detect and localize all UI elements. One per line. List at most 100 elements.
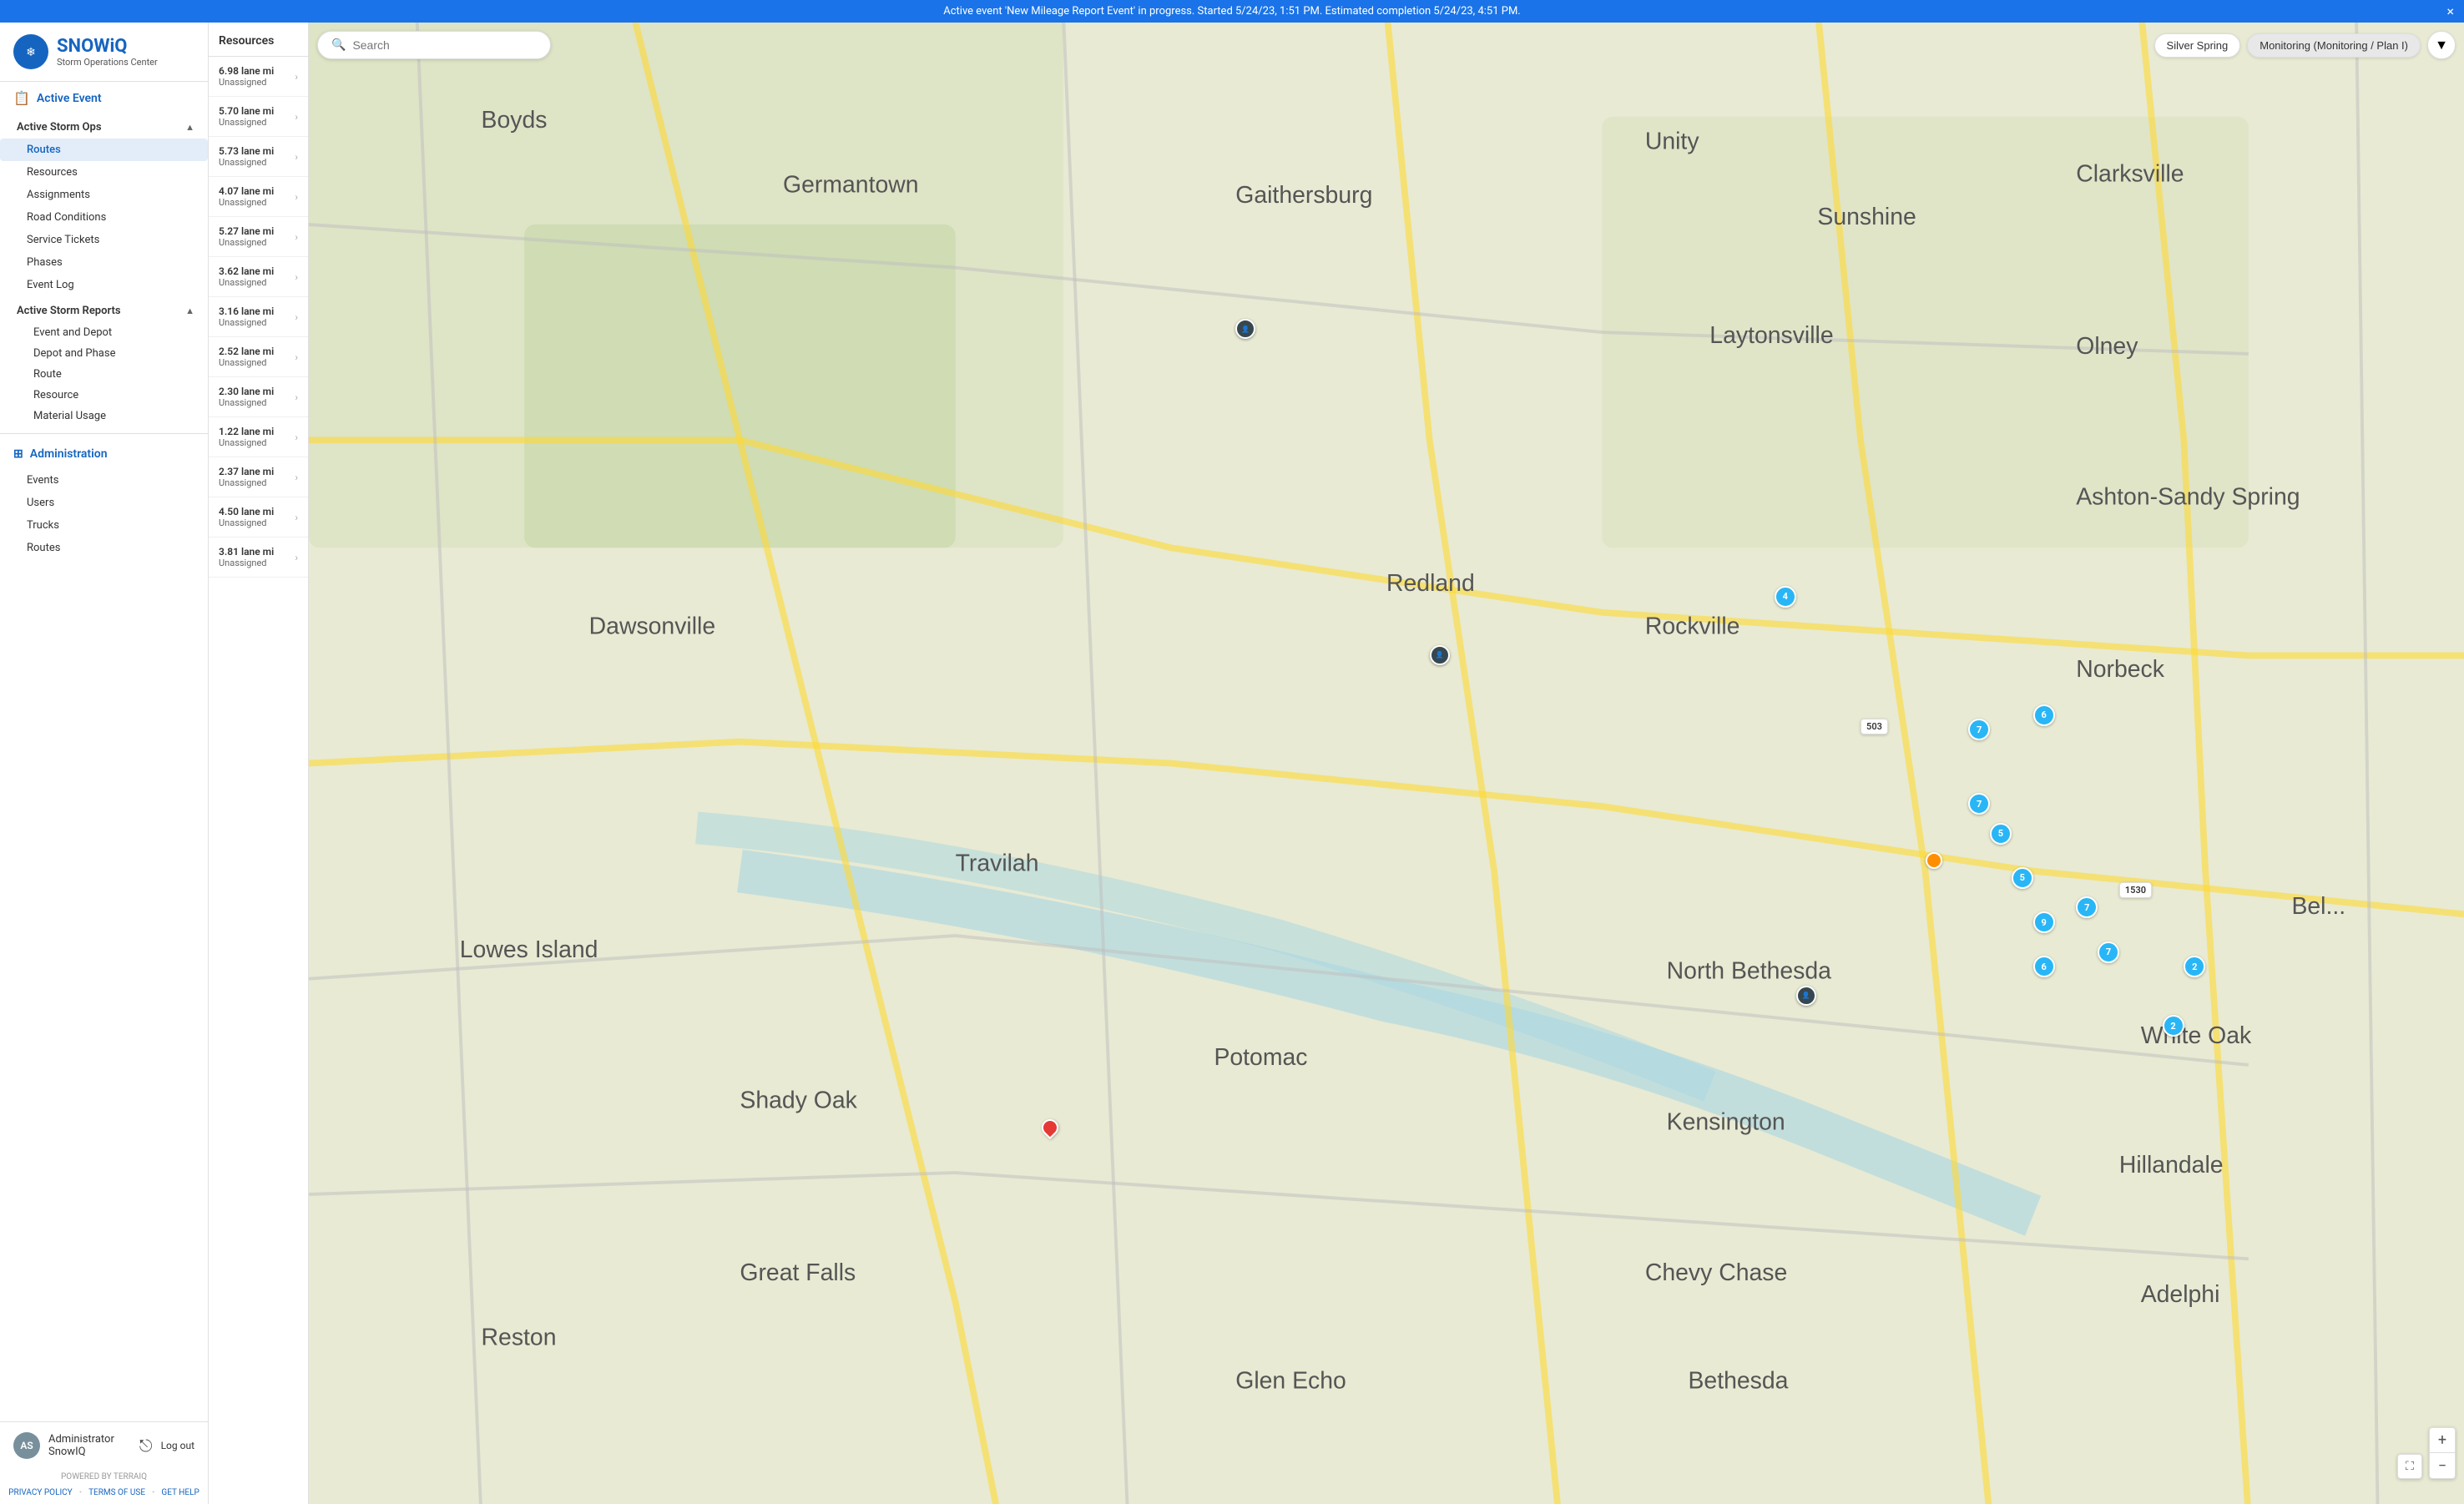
storm-report-item-material-usage[interactable]: Material Usage (0, 406, 208, 426)
user-name: Administrator SnowIQ (48, 1433, 131, 1458)
logout-button[interactable]: ⎋ (139, 1436, 153, 1456)
nav-item-event-log[interactable]: Event Log (0, 274, 208, 296)
map-cluster[interactable]: 6 (2033, 956, 2055, 977)
svg-text:Redland: Redland (1386, 570, 1475, 597)
resource-info: 4.50 lane mi Unassigned (219, 506, 274, 528)
resource-mi: 5.27 lane mi (219, 225, 274, 237)
map-orange-marker[interactable] (1926, 852, 1942, 869)
svg-text:Germantown: Germantown (783, 171, 919, 198)
administration-section[interactable]: ⊞ Administration (0, 439, 208, 469)
logout-label[interactable]: Log out (161, 1440, 194, 1451)
resource-item[interactable]: 3.16 lane mi Unassigned › (209, 297, 308, 337)
resource-item[interactable]: 4.07 lane mi Unassigned › (209, 177, 308, 217)
map-background[interactable]: Boyds Germantown Gaithersburg Unity Suns… (309, 23, 2464, 1504)
zoom-in-button[interactable]: + (2430, 1428, 2455, 1453)
zoom-out-button[interactable]: − (2430, 1453, 2455, 1478)
banner-text: Active event 'New Mileage Report Event' … (943, 5, 1521, 18)
banner-close-button[interactable]: × (2446, 3, 2454, 19)
storm-ops-chevron: ▲ (185, 122, 194, 133)
storm-report-item-depot-and-phase[interactable]: Depot and Phase (0, 343, 208, 364)
resource-info: 1.22 lane mi Unassigned (219, 426, 274, 448)
resource-status: Unassigned (219, 477, 274, 488)
map-cluster[interactable]: 2 (2163, 1015, 2184, 1037)
active-storm-reports-label: Active Storm Reports (17, 305, 121, 317)
user-info: AS Administrator SnowIQ ⎋ Log out (0, 1422, 208, 1469)
map-person-pin[interactable]: 👤 (1796, 986, 1816, 1006)
location-button[interactable]: Silver Spring (2154, 33, 2241, 58)
map-cluster[interactable]: 7 (1968, 793, 1990, 815)
resource-item[interactable]: 6.98 lane mi Unassigned › (209, 57, 308, 97)
active-event-header[interactable]: 📋 Active Event (0, 82, 208, 114)
resource-item[interactable]: 3.62 lane mi Unassigned › (209, 257, 308, 297)
svg-text:Laytonsville: Laytonsville (1709, 322, 1833, 349)
svg-text:Potomac: Potomac (1214, 1044, 1307, 1071)
map-cluster[interactable]: 6 (2033, 704, 2055, 726)
active-storm-reports-group: Active Storm Reports ▲ Event and DepotDe… (0, 298, 208, 428)
admin-item-trucks[interactable]: Trucks (0, 514, 208, 537)
nav-item-road-conditions[interactable]: Road Conditions (0, 206, 208, 229)
storm-report-item-resource[interactable]: Resource (0, 385, 208, 406)
get-help-link[interactable]: GET HELP (161, 1488, 199, 1497)
nav-item-resources[interactable]: Resources (0, 161, 208, 184)
resource-item[interactable]: 1.22 lane mi Unassigned › (209, 417, 308, 457)
resource-chevron: › (295, 311, 298, 323)
resource-status: Unassigned (219, 357, 274, 368)
resource-mi: 5.73 lane mi (219, 145, 274, 157)
resource-item[interactable]: 4.50 lane mi Unassigned › (209, 497, 308, 538)
map-container: Boyds Germantown Gaithersburg Unity Suns… (309, 23, 2464, 1504)
sidebar-divider (0, 433, 208, 434)
svg-text:Sunshine: Sunshine (1817, 204, 1916, 230)
map-cluster[interactable]: 5 (2012, 867, 2033, 889)
search-input[interactable] (352, 38, 537, 52)
app-subtitle: Storm Operations Center (57, 57, 158, 68)
svg-text:Boyds: Boyds (482, 107, 548, 134)
admin-item-routes[interactable]: Routes (0, 537, 208, 559)
map-svg: Boyds Germantown Gaithersburg Unity Suns… (309, 23, 2464, 1504)
resource-info: 3.62 lane mi Unassigned (219, 265, 274, 288)
resource-item[interactable]: 5.27 lane mi Unassigned › (209, 217, 308, 257)
storm-report-item-event-and-depot[interactable]: Event and Depot (0, 322, 208, 343)
svg-text:Reston: Reston (482, 1325, 557, 1351)
admin-icon: ⊞ (13, 447, 23, 461)
admin-item-events[interactable]: Events (0, 469, 208, 492)
top-banner: Active event 'New Mileage Report Event' … (0, 0, 2464, 23)
resource-item[interactable]: 2.37 lane mi Unassigned › (209, 457, 308, 497)
nav-item-service-tickets[interactable]: Service Tickets (0, 229, 208, 251)
filter-button[interactable]: ▼ (2427, 31, 2456, 59)
nav-item-routes[interactable]: Routes (0, 139, 208, 161)
storm-report-item-route[interactable]: Route (0, 364, 208, 385)
resource-chevron: › (295, 391, 298, 403)
resource-status: Unassigned (219, 397, 274, 408)
map-cluster[interactable]: 7 (2098, 941, 2119, 963)
resources-panel-title: Resources (209, 23, 308, 57)
plan-button[interactable]: Monitoring (Monitoring / Plan I) (2247, 33, 2421, 58)
resource-item[interactable]: 5.73 lane mi Unassigned › (209, 137, 308, 177)
map-cluster[interactable]: 5 (1990, 823, 2012, 845)
map-person-pin[interactable]: 👤 (1430, 645, 1450, 665)
resource-mi: 4.07 lane mi (219, 185, 274, 197)
map-cluster[interactable]: 4 (1775, 586, 1796, 608)
resource-chevron: › (295, 271, 298, 283)
resource-item[interactable]: 2.52 lane mi Unassigned › (209, 337, 308, 377)
resource-mi: 2.37 lane mi (219, 466, 274, 477)
terms-of-use-link[interactable]: TERMS OF USE (88, 1488, 145, 1497)
logo-text: SNOWiQ Storm Operations Center (57, 36, 158, 68)
resource-item[interactable]: 5.70 lane mi Unassigned › (209, 97, 308, 137)
active-storm-ops-header[interactable]: Active Storm Ops ▲ (0, 116, 208, 139)
resource-info: 5.70 lane mi Unassigned (219, 105, 274, 128)
svg-text:Bethesda: Bethesda (1688, 1367, 1788, 1394)
active-event-section: 📋 Active Event Active Storm Ops ▲ Routes… (0, 82, 208, 428)
resource-item[interactable]: 3.81 lane mi Unassigned › (209, 538, 308, 578)
map-expand-button[interactable]: ⛶ (2397, 1454, 2422, 1479)
map-cluster[interactable]: 9 (2033, 911, 2055, 933)
map-zoom-controls: + − (2429, 1427, 2456, 1479)
resource-items-list: 6.98 lane mi Unassigned › 5.70 lane mi U… (209, 57, 308, 578)
resource-item[interactable]: 2.30 lane mi Unassigned › (209, 377, 308, 417)
nav-item-assignments[interactable]: Assignments (0, 184, 208, 206)
active-storm-reports-header[interactable]: Active Storm Reports ▲ (0, 300, 208, 322)
administration-label: Administration (30, 447, 108, 461)
admin-item-users[interactable]: Users (0, 492, 208, 514)
privacy-policy-link[interactable]: PRIVACY POLICY (8, 1488, 72, 1497)
map-top-right: Silver Spring Monitoring (Monitoring / P… (2154, 31, 2456, 59)
nav-item-phases[interactable]: Phases (0, 251, 208, 274)
